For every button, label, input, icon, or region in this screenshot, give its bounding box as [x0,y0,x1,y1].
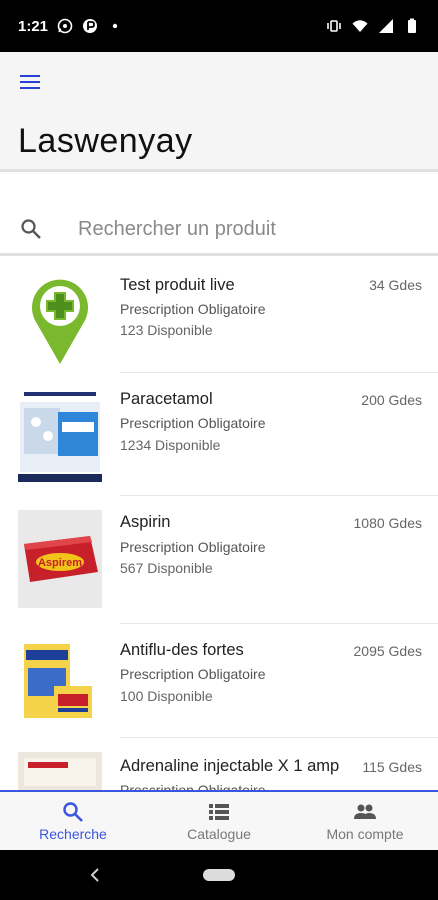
product-item[interactable]: Paracetamol Prescription Obligatoire 123… [0,374,438,496]
search-icon[interactable] [20,218,42,240]
product-price: 200 Gdes [361,392,422,408]
product-price: 1080 Gdes [353,515,423,531]
nav-recherche[interactable]: Recherche [0,792,146,850]
product-image [18,388,102,486]
app-bar: Laswenyay [0,52,438,172]
product-name: Adrenaline injectable X 1 amp [120,757,340,775]
product-list: Test produit live Prescription Obligatoi… [0,262,438,790]
nav-label: Recherche [39,825,107,842]
product-name: Aspirin [120,513,171,531]
product-item[interactable]: Test produit live Prescription Obligatoi… [0,262,438,374]
dot-icon [112,23,118,29]
product-prescription: Prescription Obligatoire [120,539,266,555]
product-stock: 123 Disponible [120,322,213,338]
product-brand-text: Aspirem [38,557,82,569]
nav-label: Catalogue [187,825,251,842]
status-time: 1:21 [18,17,49,35]
vibrate-icon [327,20,341,32]
people-icon [354,804,376,819]
product-image [32,279,89,364]
product-prescription: Prescription Obligatoire [120,415,266,431]
hamburger-menu-icon[interactable] [20,74,42,90]
battery-icon [408,18,416,33]
status-bar: 1:21 [0,0,438,52]
back-icon[interactable] [88,867,102,883]
product-stock: 567 Disponible [120,560,213,576]
app-icon [83,19,98,33]
app-title: Laswenyay [18,122,193,160]
search-icon [63,801,83,822]
product-stock: 100 Disponible [120,688,213,704]
product-prescription: Prescription Obligatoire [120,782,266,790]
product-name: Test produit live [120,276,235,294]
product-item[interactable]: Antiflu-des fortes Prescription Obligato… [0,624,438,738]
product-name: Paracetamol [120,390,213,408]
product-price: 34 Gdes [369,277,422,293]
product-image: Aspirem [18,510,102,608]
wifi-icon [352,20,368,32]
signal-icon [379,19,393,33]
product-price: 115 Gdes [362,759,422,775]
search-bar [0,200,438,256]
product-price: 2095 Gdes [353,643,423,659]
product-item[interactable]: Adrenaline injectable X 1 amp Prescripti… [0,738,438,790]
whatsapp-icon [57,18,73,34]
product-image [18,752,102,790]
product-prescription: Prescription Obligatoire [120,301,266,317]
nav-mon-compte[interactable]: Mon compte [292,792,438,850]
nav-label: Mon compte [326,825,404,842]
product-item[interactable]: Aspirem Aspirin Prescription Obligatoire… [0,496,438,624]
home-button[interactable] [203,869,235,881]
divider [120,372,438,373]
system-navigation-bar [0,850,438,900]
product-prescription: Prescription Obligatoire [120,666,266,682]
product-name: Antiflu-des fortes [120,641,244,659]
list-icon [209,803,229,820]
product-image [18,638,102,736]
nav-catalogue[interactable]: Catalogue [146,792,292,850]
bottom-navigation: Recherche Catalogue Mon compte [0,790,438,850]
search-input[interactable] [78,214,418,244]
product-stock: 1234 Disponible [120,437,221,453]
